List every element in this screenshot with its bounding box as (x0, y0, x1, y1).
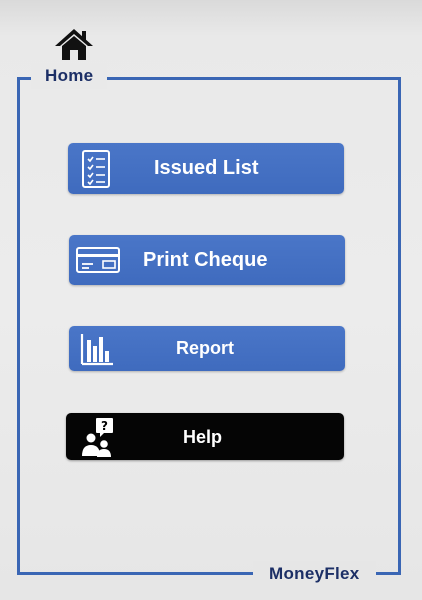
print-cheque-button[interactable]: Print Cheque (69, 235, 345, 285)
help-label: Help (183, 427, 223, 447)
help-people-icon: ? (80, 416, 116, 458)
bar-chart-icon (79, 331, 115, 367)
issued-list-button[interactable]: Issued List (68, 143, 344, 194)
report-label: Report (176, 338, 234, 358)
cheque-icon (75, 245, 121, 275)
checklist-icon (80, 149, 112, 189)
svg-text:?: ? (101, 419, 108, 433)
home-icon[interactable] (53, 26, 95, 62)
help-button[interactable]: ? Help (66, 413, 344, 460)
home-label: Home (31, 63, 108, 89)
brand-label: MoneyFlex (253, 561, 376, 587)
print-cheque-label: Print Cheque (143, 249, 268, 271)
issued-list-label: Issued List (154, 157, 259, 179)
report-button[interactable]: Report (69, 326, 345, 371)
